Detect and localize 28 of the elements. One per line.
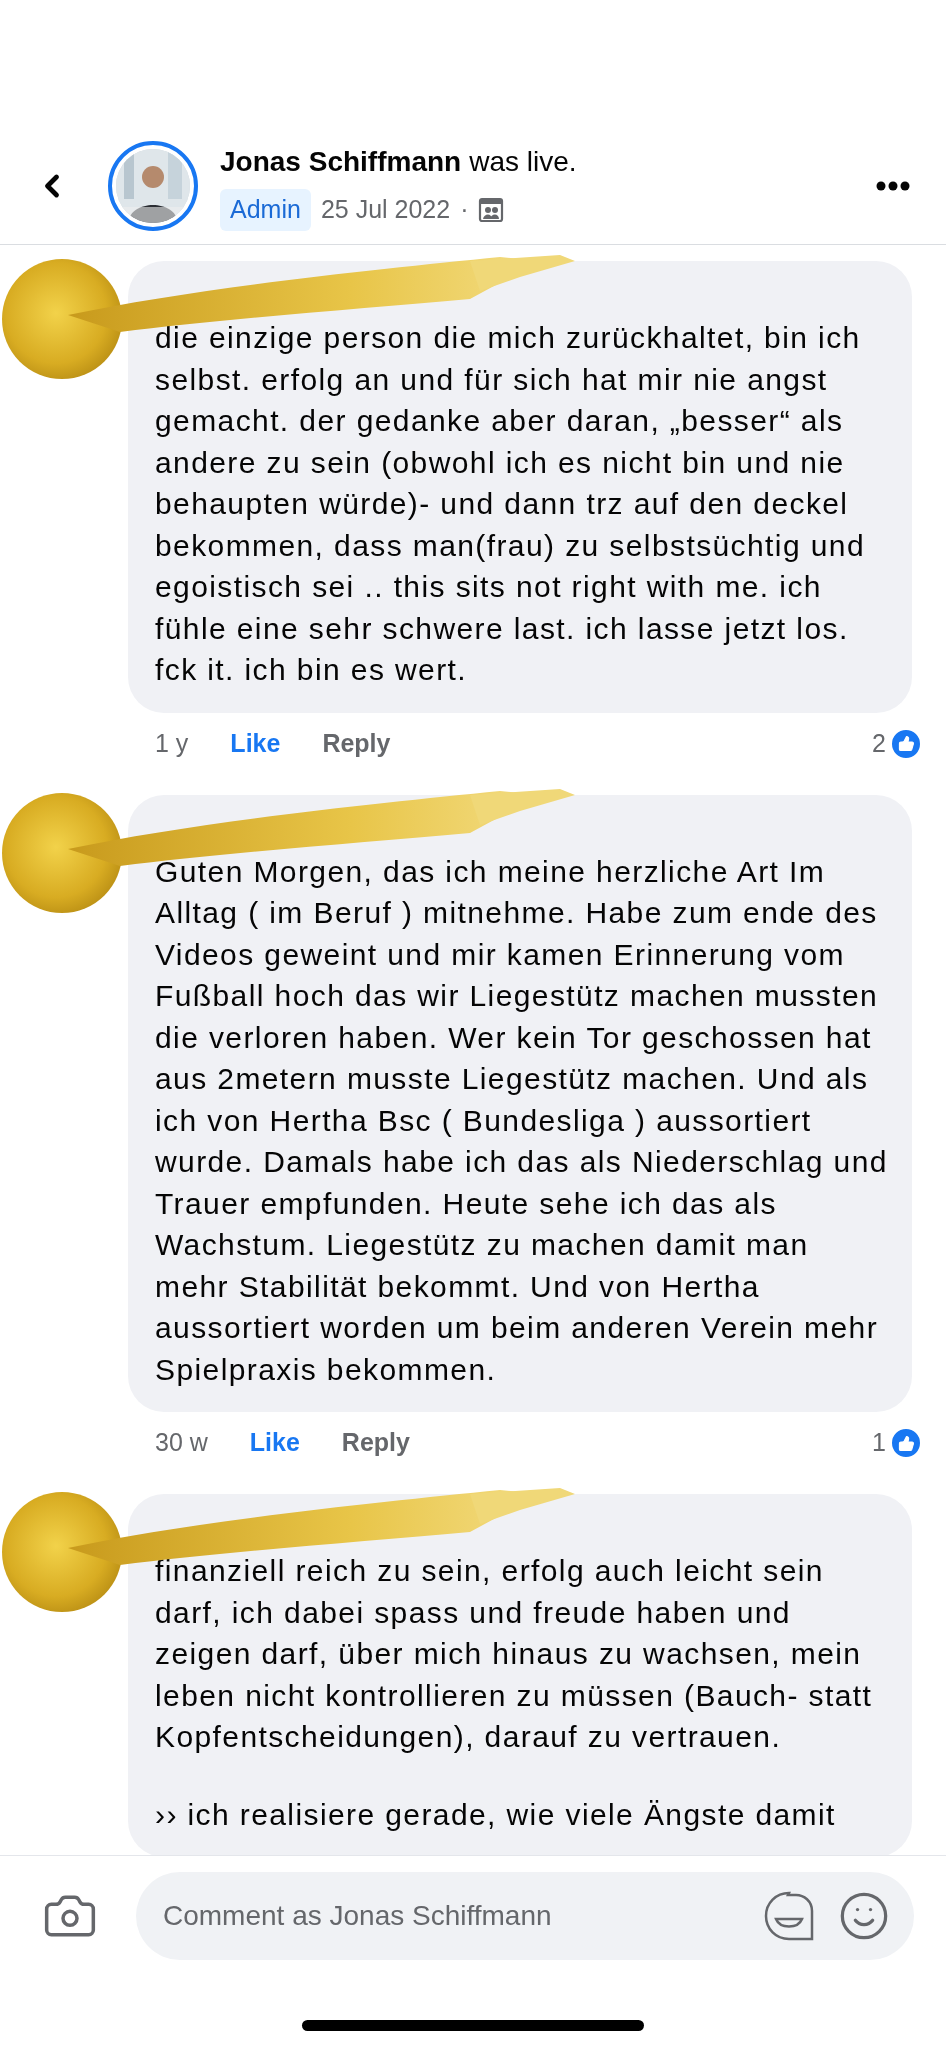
sticker-icon[interactable] (762, 1889, 816, 1943)
smiley-icon (838, 1890, 890, 1942)
like-link[interactable]: Like (230, 724, 281, 763)
reply-link[interactable]: Reply (341, 1424, 410, 1462)
like-link[interactable]: Like (249, 1424, 300, 1462)
thumbs-up-icon (897, 735, 915, 752)
emoji-button[interactable] (838, 1890, 890, 1942)
comment-text: die einzige person die mich zurückhaltet, bin ich selbst. erfolg an und für sich hat mir nie angst gemacht. der gedanke aber daran, „besser“ als andere zu sein (obwohl ich es nicht bin und nie behaupten würde)- und dann trz auf den deckel bekommen, dass man(frau) zu selbstsüchtig und egoistisch sei .. this sits not right with me. ich fühle eine sehr schwere last. ich lasse jetzt los. fck it. ich bin es wert. (155, 320, 866, 688)
group-icon (478, 197, 505, 223)
separator-dot: · (460, 194, 469, 226)
thumbs-up-icon (897, 1434, 915, 1452)
reaction-count: 2 (872, 727, 886, 759)
comment-input-field[interactable]: Comment as Jonas Schiffmann (163, 1895, 762, 1937)
author-name[interactable]: Jonas Schiffmann (220, 141, 462, 184)
comment-text: finanziell reich zu sein, erfolg auch leicht sein darf, ich dabei spass und freude haben und zeigen darf, über mich hinaus zu wachsen, mein leben nicht kontrollieren zu müssen (Bauch- statt Kopfentscheidungen), darauf zu vertrauen. (155, 1553, 874, 1755)
post-action: was live. (469, 145, 577, 180)
avatar[interactable] (108, 141, 198, 231)
comment-text: ›› ich realisiere gerade, wie viele Ängste damit (155, 1796, 837, 1833)
comment-field[interactable]: Comment as Jonas Schiffmann (136, 1872, 914, 1960)
comment-text: Guten Morgen, das ich meine herzliche Art Im Alltag ( im Beruf ) mitnehme. Habe zum ende des Videos geweint und mir kamen Erinnerung vom Fußball hoch das wir Liegestütz machen mussten die verloren haben. Wer kein Tor geschossen hat aus 2metern musste Liegestütz machen. Und als ich von Hertha Bsc ( Bundesliga ) aussortiert wurde. Damals habe ich das als Niederschlag und Trauer empfunden. Heute sehe ich das als Wachstum. Liegestütz zu machen damit man mehr Stabilität bekommt. Und von Hertha aussortiert worden um beim anderen Verein mehr Spielpraxis bekommen. (155, 853, 888, 1388)
reply-link[interactable]: Reply (322, 724, 391, 763)
more-options-button[interactable] (876, 181, 910, 191)
admin-badge: Admin (220, 189, 311, 231)
comment-time: 1 y (155, 727, 189, 759)
reaction-count: 1 (872, 1427, 886, 1459)
post-date: 25 Jul 2022 (320, 194, 451, 226)
more-dots-icon (876, 181, 910, 191)
comment-time: 30 w (155, 1427, 208, 1459)
